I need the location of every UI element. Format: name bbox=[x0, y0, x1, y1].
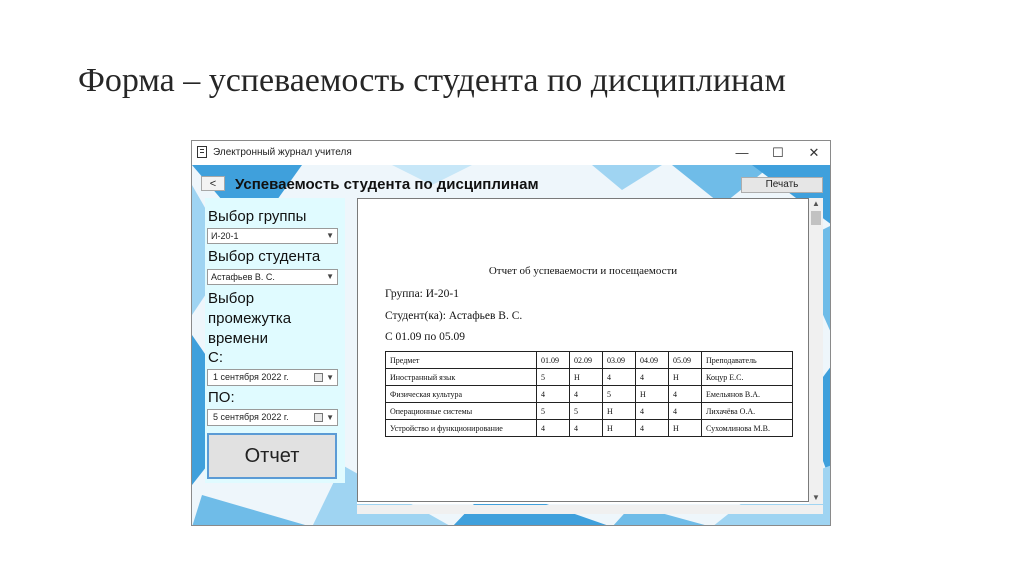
column-header: 05.09 bbox=[668, 351, 702, 369]
table-cell: Н bbox=[602, 402, 636, 420]
filter-panel: Выбор группы И-20-1 ▼ Выбор студента Аст… bbox=[205, 198, 345, 483]
table-cell: Коцур Е.С. bbox=[701, 368, 793, 386]
vertical-scrollbar[interactable]: ▲ ▼ bbox=[809, 198, 823, 504]
window-titlebar: Электронный журнал учителя — ☐ ✕ bbox=[192, 141, 830, 165]
table-cell: 4 bbox=[635, 402, 669, 420]
table-row: Устройство и функционирование 4 4 Н 4 Н … bbox=[385, 419, 793, 437]
chevron-up-icon[interactable]: ▲ bbox=[809, 198, 823, 210]
chevron-down-icon: ▼ bbox=[326, 272, 334, 281]
student-select-value: Астафьев В. С. bbox=[211, 272, 275, 282]
column-header: Преподаватель bbox=[701, 351, 793, 369]
period-label: времени bbox=[208, 330, 268, 347]
report-group: Группа: И-20-1 bbox=[385, 288, 459, 300]
to-label: ПО: bbox=[208, 389, 235, 406]
from-label: С: bbox=[208, 349, 223, 366]
table-cell: Н bbox=[602, 419, 636, 437]
column-header: Предмет bbox=[385, 351, 537, 369]
period-label: Выбор bbox=[208, 290, 255, 307]
report-student: Студент(ка): Астафьев В. С. bbox=[385, 310, 523, 322]
table-row: Иностранный язык 5 Н 4 4 Н Коцур Е.С. bbox=[385, 368, 793, 386]
app-window: Электронный журнал учителя — ☐ ✕ < Успев… bbox=[191, 140, 831, 526]
table-cell: 4 bbox=[536, 385, 570, 403]
table-cell: 4 bbox=[536, 419, 570, 437]
report-period: С 01.09 по 05.09 bbox=[385, 331, 465, 343]
group-label: Выбор группы bbox=[208, 208, 307, 225]
table-cell: Лихачёва О.А. bbox=[701, 402, 793, 420]
calendar-icon bbox=[314, 373, 323, 382]
group-select-value: И-20-1 bbox=[211, 231, 239, 241]
table-cell: 5 bbox=[602, 385, 636, 403]
grades-table: Предмет 01.09 02.09 03.09 04.09 05.09 Пр… bbox=[385, 351, 793, 437]
table-cell: Н bbox=[635, 385, 669, 403]
table-cell: Сухомлинова М.В. bbox=[701, 419, 793, 437]
table-cell: Емельянов В.А. bbox=[701, 385, 793, 403]
table-cell: 5 bbox=[536, 402, 570, 420]
slide-title: Форма – успеваемость студента по дисципл… bbox=[78, 62, 786, 99]
student-select[interactable]: Астафьев В. С. ▼ bbox=[207, 269, 338, 285]
table-cell: Н bbox=[569, 368, 603, 386]
table-cell: Операционные системы bbox=[385, 402, 537, 420]
table-cell: 5 bbox=[569, 402, 603, 420]
table-header-row: Предмет 01.09 02.09 03.09 04.09 05.09 Пр… bbox=[385, 351, 793, 369]
table-cell: 4 bbox=[668, 385, 702, 403]
report-title: Отчет об успеваемости и посещаемости bbox=[488, 265, 678, 277]
chevron-down-icon: ▼ bbox=[326, 231, 334, 240]
table-cell: Н bbox=[668, 368, 702, 386]
chevron-down-icon[interactable]: ▼ bbox=[809, 492, 823, 504]
table-cell: Физическая культура bbox=[385, 385, 537, 403]
period-label: промежутка bbox=[208, 310, 292, 327]
table-cell: Иностранный язык bbox=[385, 368, 537, 386]
calendar-icon bbox=[314, 413, 323, 422]
maximize-button[interactable]: ☐ bbox=[763, 143, 793, 163]
table-cell: 5 bbox=[536, 368, 570, 386]
from-date-picker[interactable]: 1 сентября 2022 г. ▼ bbox=[207, 369, 338, 386]
scrollbar-thumb[interactable] bbox=[811, 211, 821, 225]
group-select[interactable]: И-20-1 ▼ bbox=[207, 228, 338, 244]
column-header: 04.09 bbox=[635, 351, 669, 369]
column-header: 02.09 bbox=[569, 351, 603, 369]
report-page: Отчет об успеваемости и посещаемости Гру… bbox=[357, 198, 809, 502]
chevron-down-icon: ▼ bbox=[326, 413, 334, 422]
to-date-value: 5 сентября 2022 г. bbox=[213, 412, 289, 422]
column-header: 01.09 bbox=[536, 351, 570, 369]
table-cell: 4 bbox=[668, 402, 702, 420]
table-row: Физическая культура 4 4 5 Н 4 Емельянов … bbox=[385, 385, 793, 403]
print-button[interactable]: Печать bbox=[741, 177, 823, 193]
report-viewer[interactable]: Отчет об успеваемости и посещаемости Гру… bbox=[357, 198, 823, 504]
form-title: Успеваемость студента по дисциплинам bbox=[235, 176, 539, 193]
to-date-picker[interactable]: 5 сентября 2022 г. ▼ bbox=[207, 409, 338, 426]
table-cell: 4 bbox=[635, 419, 669, 437]
back-button[interactable]: < bbox=[201, 176, 225, 191]
table-cell: 4 bbox=[569, 419, 603, 437]
report-button[interactable]: Отчет bbox=[207, 433, 337, 479]
journal-icon bbox=[197, 146, 207, 158]
minimize-button[interactable]: — bbox=[727, 143, 757, 163]
horizontal-scrollbar[interactable] bbox=[357, 505, 823, 514]
from-date-value: 1 сентября 2022 г. bbox=[213, 372, 289, 382]
chevron-down-icon: ▼ bbox=[326, 373, 334, 382]
window-title: Электронный журнал учителя bbox=[213, 147, 352, 158]
table-cell: 4 bbox=[602, 368, 636, 386]
table-row: Операционные системы 5 5 Н 4 4 Лихачёва … bbox=[385, 402, 793, 420]
table-cell: 4 bbox=[635, 368, 669, 386]
table-cell: Н bbox=[668, 419, 702, 437]
table-cell: 4 bbox=[569, 385, 603, 403]
window-client-area: < Успеваемость студента по дисциплинам П… bbox=[192, 165, 830, 525]
column-header: 03.09 bbox=[602, 351, 636, 369]
close-button[interactable]: ✕ bbox=[799, 143, 829, 163]
student-label: Выбор студента bbox=[208, 248, 321, 265]
table-cell: Устройство и функционирование bbox=[385, 419, 537, 437]
